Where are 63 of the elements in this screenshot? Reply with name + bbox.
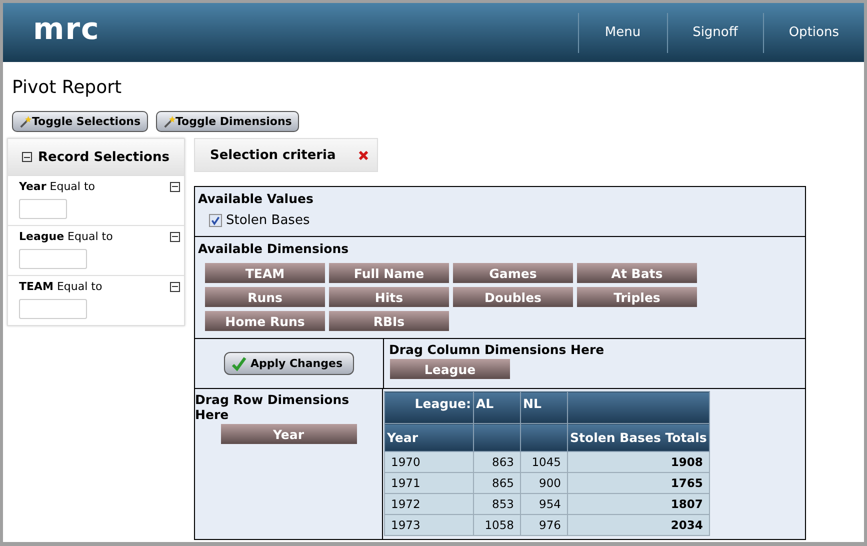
table-cell: 1045: [520, 452, 568, 472]
collapse-icon[interactable]: [170, 232, 180, 242]
table-cell: 2034: [568, 514, 710, 536]
magic-wand-icon: [19, 115, 32, 128]
table-cell: 954: [520, 494, 568, 514]
nav-link[interactable]: Menu: [578, 12, 667, 52]
magic-wand-icon: [162, 115, 176, 128]
page-title: Pivot Report: [12, 77, 123, 98]
column-header: NL: [520, 392, 568, 424]
table-cell: 1058: [474, 514, 520, 536]
table-cell: 1908: [568, 452, 710, 472]
table-cell: 976: [520, 514, 568, 536]
checkmark-icon: [231, 356, 248, 372]
drop-zone-title: Drag Column Dimensions Here: [389, 342, 606, 357]
dimension-chip[interactable]: Hits: [329, 287, 449, 307]
column-header: AL: [474, 392, 520, 424]
column-header: Year: [384, 424, 474, 452]
column-header: Stolen Bases Totals: [568, 424, 710, 452]
section-title: Available Values: [198, 191, 314, 206]
table-cell: 1807: [568, 494, 710, 514]
dimension-chip[interactable]: TEAM: [205, 263, 325, 283]
section-title: Available Dimensions: [198, 241, 350, 256]
filter-label: League Equal to: [19, 230, 113, 243]
filter-label: Year Equal to: [19, 180, 96, 193]
dimension-chip[interactable]: Games: [453, 263, 573, 283]
table-cell: 1971: [384, 472, 474, 494]
toggle-button[interactable]: Toggle Dimensions: [156, 111, 299, 132]
collapse-icon[interactable]: [170, 282, 180, 292]
filter-input[interactable]: [19, 299, 87, 319]
table-cell: 853: [474, 494, 520, 514]
table-cell: 1972: [384, 494, 474, 514]
selection-criteria-tab[interactable]: Selection criteria: [194, 138, 378, 172]
logo: mrc: [33, 12, 100, 47]
dimension-chip[interactable]: Year: [220, 424, 356, 444]
table-cell: 900: [520, 472, 568, 494]
dimension-chip[interactable]: Runs: [205, 287, 325, 307]
dimension-chip[interactable]: Triples: [577, 287, 697, 307]
drop-zone-title: Drag Row Dimensions Here: [195, 392, 350, 422]
checkbox[interactable]: [209, 214, 222, 227]
table-cell: 863: [474, 452, 520, 472]
panel-title: Record Selections: [38, 150, 170, 164]
filter-input[interactable]: [19, 199, 67, 219]
table-cell: 1765: [568, 472, 710, 494]
table-cell: 865: [474, 472, 520, 494]
dimension-chip[interactable]: Doubles: [453, 287, 573, 307]
filter-label: TEAM Equal to: [19, 280, 102, 293]
dimension-chip[interactable]: Full Name: [329, 263, 449, 283]
toggle-button[interactable]: Toggle Selections: [12, 111, 148, 132]
column-header: League:: [384, 392, 474, 424]
checkbox-label: Stolen Bases: [226, 213, 310, 228]
filter-input[interactable]: [19, 249, 87, 269]
nav-link[interactable]: Options: [762, 12, 864, 52]
dimension-chip[interactable]: At Bats: [577, 263, 697, 283]
dimension-chip[interactable]: RBIs: [329, 311, 449, 331]
table-cell: 1970: [384, 452, 474, 472]
collapse-icon[interactable]: [22, 152, 32, 162]
dimension-chip[interactable]: League: [390, 359, 510, 379]
collapse-icon[interactable]: [170, 182, 180, 192]
close-icon[interactable]: [358, 150, 369, 160]
table-cell: 1973: [384, 514, 474, 536]
nav-link[interactable]: Signoff: [666, 12, 763, 52]
dimension-chip[interactable]: Home Runs: [205, 311, 325, 331]
apply-changes-button[interactable]: Apply Changes: [224, 352, 354, 375]
